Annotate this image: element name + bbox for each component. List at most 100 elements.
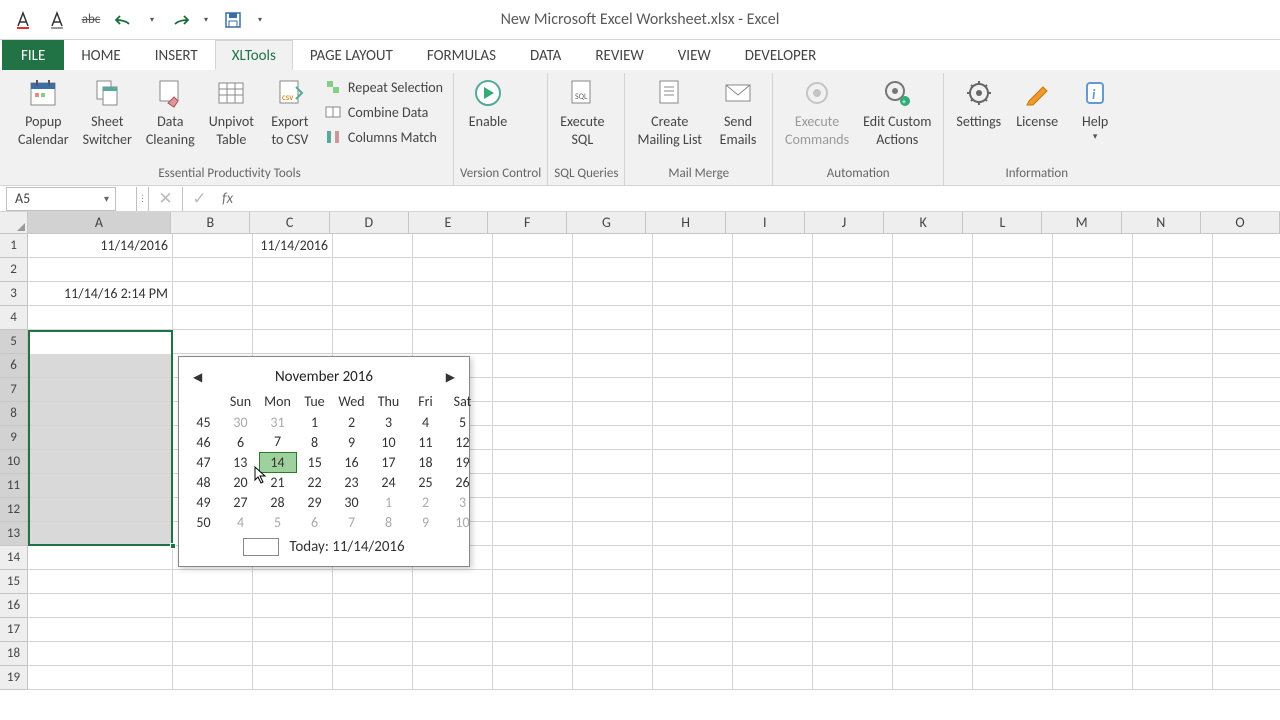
cell[interactable] [733, 474, 813, 498]
cell[interactable] [573, 570, 653, 594]
cell[interactable] [253, 618, 333, 642]
sheet-switcher-button[interactable]: Sheet Switcher [77, 73, 138, 148]
cell[interactable] [733, 330, 813, 354]
cell[interactable] [1213, 258, 1280, 282]
cell[interactable] [333, 258, 413, 282]
cell[interactable] [813, 330, 893, 354]
cell[interactable] [653, 570, 733, 594]
cell[interactable] [493, 642, 573, 666]
cell[interactable] [893, 642, 973, 666]
cell[interactable] [573, 618, 653, 642]
cell[interactable] [253, 570, 333, 594]
cell[interactable]: 11/14/2016 [28, 234, 173, 258]
cell[interactable] [813, 258, 893, 282]
cell[interactable] [973, 594, 1053, 618]
cell[interactable] [893, 618, 973, 642]
calendar-day[interactable]: 6 [296, 512, 333, 532]
cell[interactable] [733, 282, 813, 306]
cell[interactable] [28, 402, 173, 426]
cell[interactable] [1133, 450, 1213, 474]
calendar-day[interactable]: 6 [222, 432, 259, 452]
cell[interactable] [893, 450, 973, 474]
tab-file[interactable]: FILE [2, 40, 64, 70]
cell[interactable] [253, 642, 333, 666]
cell[interactable] [173, 594, 253, 618]
cell[interactable] [1133, 474, 1213, 498]
cell[interactable] [1213, 474, 1280, 498]
cell[interactable] [813, 426, 893, 450]
cell[interactable] [1053, 258, 1133, 282]
cell[interactable] [1053, 282, 1133, 306]
cell[interactable] [573, 450, 653, 474]
cell[interactable] [653, 426, 733, 450]
today-label[interactable]: Today: 11/14/2016 [289, 538, 404, 556]
cell[interactable] [733, 666, 813, 690]
col-header[interactable]: B [171, 212, 250, 233]
row-header[interactable]: 16 [0, 594, 28, 618]
cell[interactable] [333, 570, 413, 594]
cell[interactable] [973, 258, 1053, 282]
cell[interactable] [653, 546, 733, 570]
cell[interactable] [573, 234, 653, 258]
cell[interactable] [1053, 330, 1133, 354]
cell[interactable] [813, 546, 893, 570]
calendar-day[interactable]: 10 [444, 512, 481, 532]
cell[interactable] [173, 666, 253, 690]
create-mailing-button[interactable]: Create Mailing List [631, 73, 708, 148]
cell[interactable] [253, 666, 333, 690]
cell[interactable] [173, 306, 253, 330]
calendar-day[interactable]: 7 [259, 432, 296, 452]
cell[interactable]: 11/14/2016 [253, 234, 333, 258]
cell[interactable] [1053, 426, 1133, 450]
undo-drop-icon[interactable]: ▾ [146, 7, 158, 33]
repeat-selection-button[interactable]: Repeat Selection [320, 77, 447, 97]
cell[interactable] [28, 330, 173, 354]
edit-actions-button[interactable]: +Edit Custom Actions [857, 73, 937, 148]
cell[interactable] [493, 378, 573, 402]
calendar-day[interactable]: 17 [370, 452, 407, 472]
cell[interactable] [333, 642, 413, 666]
cell[interactable] [653, 306, 733, 330]
settings-button[interactable]: Settings [950, 73, 1007, 131]
cell[interactable] [893, 570, 973, 594]
cell[interactable] [1053, 402, 1133, 426]
cell[interactable] [253, 594, 333, 618]
cell[interactable] [1133, 282, 1213, 306]
cell[interactable] [733, 378, 813, 402]
cell[interactable] [28, 618, 173, 642]
cell[interactable] [1133, 522, 1213, 546]
cell[interactable] [573, 522, 653, 546]
cell[interactable] [333, 330, 413, 354]
formula-input[interactable] [239, 187, 1274, 211]
save-icon[interactable] [220, 7, 246, 33]
cell[interactable] [813, 474, 893, 498]
cell[interactable] [813, 306, 893, 330]
cell[interactable] [813, 354, 893, 378]
col-header[interactable]: O [1201, 212, 1280, 233]
cell[interactable] [733, 426, 813, 450]
cell[interactable] [653, 402, 733, 426]
cell[interactable] [253, 282, 333, 306]
cell[interactable] [893, 498, 973, 522]
calendar-day[interactable]: 7 [333, 512, 370, 532]
cell[interactable] [813, 666, 893, 690]
row-header[interactable]: 6 [0, 354, 28, 378]
cell[interactable] [1213, 426, 1280, 450]
cell[interactable] [253, 258, 333, 282]
cell[interactable] [1133, 330, 1213, 354]
cell[interactable] [493, 282, 573, 306]
cell[interactable] [413, 666, 493, 690]
cell[interactable] [893, 282, 973, 306]
cell[interactable] [733, 498, 813, 522]
tab-insert[interactable]: INSERT [138, 40, 215, 70]
tab-xltools[interactable]: XLTools [215, 40, 293, 70]
calendar-day[interactable]: 25 [407, 472, 444, 492]
unpivot-button[interactable]: Unpivot Table [203, 73, 260, 148]
cell[interactable] [973, 426, 1053, 450]
calendar-day[interactable]: 9 [407, 512, 444, 532]
calendar-day[interactable]: 8 [296, 432, 333, 452]
cell[interactable] [493, 234, 573, 258]
cell[interactable] [333, 594, 413, 618]
cell[interactable] [973, 546, 1053, 570]
col-header[interactable]: J [805, 212, 884, 233]
